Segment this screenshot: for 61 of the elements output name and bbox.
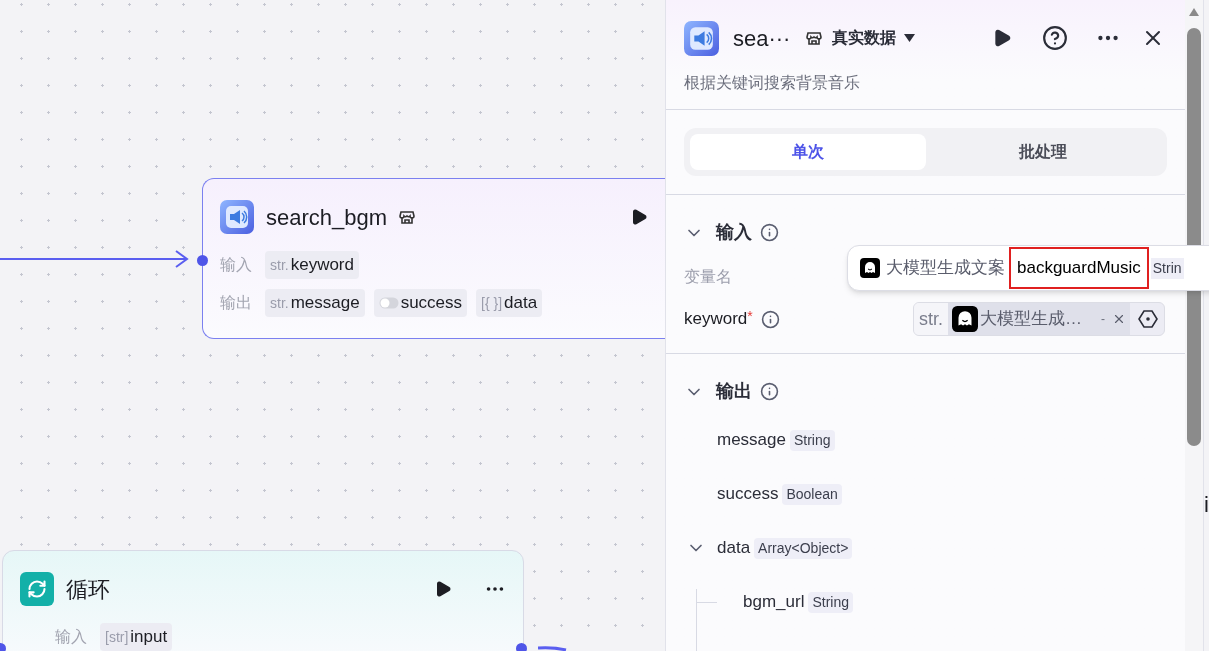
- toggle-icon: [378, 297, 399, 309]
- variable-icon[interactable]: [1138, 309, 1158, 329]
- column-header: 变量名: [684, 267, 732, 287]
- reference-text: 大模型生成…: [980, 308, 1082, 331]
- port-tag: success: [373, 289, 468, 317]
- port-tag: str.keyword: [265, 251, 359, 279]
- info-icon[interactable]: [760, 309, 780, 329]
- source-name: 大模型生成文案: [886, 257, 1005, 280]
- speaker-icon: [684, 20, 719, 56]
- edge-line: [538, 644, 568, 651]
- node-card[interactable]: 循环 输入 [str]input: [2, 550, 524, 651]
- info-icon[interactable]: [760, 223, 779, 242]
- output-port[interactable]: [516, 643, 527, 651]
- ghost-icon: [952, 306, 978, 332]
- separator-text: -: [1101, 311, 1105, 328]
- port-tag: [{ }]data: [476, 289, 543, 317]
- caret-icon: [904, 34, 916, 42]
- panel-title: sea···: [733, 24, 791, 53]
- tab[interactable]: 单次: [690, 134, 926, 170]
- store-icon: [806, 30, 823, 46]
- output-name: success: [717, 483, 779, 506]
- port-tag: str.message: [265, 289, 365, 317]
- store-icon: [399, 209, 416, 225]
- node-title: 循环: [66, 575, 110, 604]
- tab[interactable]: 批处理: [925, 134, 1161, 170]
- variable-name: backguardMusic: [1009, 247, 1149, 289]
- type-label: str.: [914, 303, 948, 335]
- help-icon[interactable]: [1042, 25, 1068, 51]
- panel-description: 根据关键词搜索背景音乐: [683, 73, 861, 93]
- ghost-icon: [860, 258, 880, 278]
- loop-icon: [20, 572, 54, 606]
- type-tag: Array<Object>: [754, 537, 853, 559]
- output-name: data: [717, 537, 751, 560]
- output-name: bgm_url: [743, 591, 805, 614]
- section-title: 输出: [716, 380, 752, 403]
- reference-chip[interactable]: 大模型生成… -: [948, 303, 1130, 335]
- mode-dropdown[interactable]: 真实数据: [832, 26, 916, 50]
- scroll-up-icon[interactable]: [1189, 8, 1199, 16]
- reference-field[interactable]: str. 大模型生成… -: [913, 302, 1165, 336]
- type-tag: String: [790, 429, 835, 451]
- clear-icon[interactable]: [1112, 312, 1126, 326]
- play-icon[interactable]: [434, 580, 452, 598]
- row-label: 输入: [55, 627, 87, 647]
- type-tag: String: [808, 591, 853, 613]
- info-icon[interactable]: [760, 382, 779, 401]
- required-mark: *: [747, 307, 753, 324]
- node-title: search_bgm: [266, 203, 388, 232]
- type-tag: Boolean: [782, 483, 842, 505]
- cut-text: i: [1204, 494, 1209, 516]
- output-name: message: [717, 429, 786, 452]
- section-title: 输入: [716, 221, 752, 244]
- type-tag: Strin: [1150, 257, 1184, 279]
- node-card[interactable]: search_bgm 输入 str.keyword 输出 str.message success [{ }]data: [202, 178, 665, 339]
- play-icon[interactable]: [630, 208, 648, 226]
- row-label: 输出: [220, 293, 252, 313]
- row-label: 输入: [220, 255, 252, 275]
- input-port[interactable]: [197, 255, 208, 266]
- speaker-icon: [220, 200, 254, 234]
- port-tag: [str]input: [100, 623, 173, 651]
- play-icon[interactable]: [992, 28, 1012, 48]
- param-name: keyword: [684, 308, 748, 331]
